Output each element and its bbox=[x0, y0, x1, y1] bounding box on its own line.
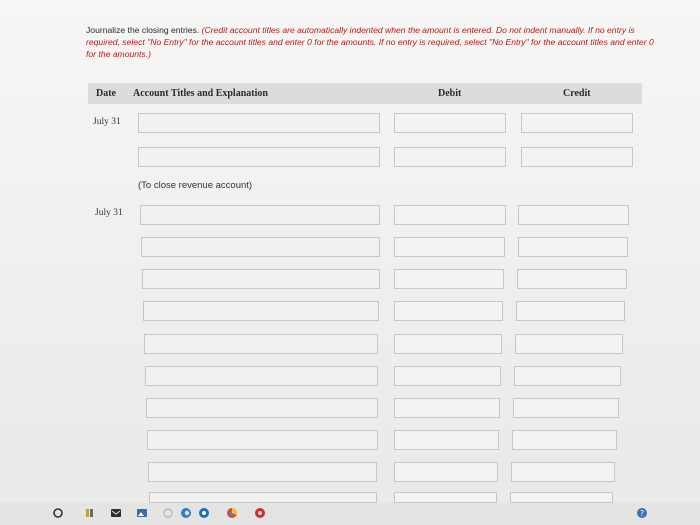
taskbar bbox=[0, 503, 700, 525]
edge-icon[interactable] bbox=[180, 507, 192, 519]
entry-2-debit-10[interactable] bbox=[394, 492, 497, 503]
entry-2-account-8[interactable] bbox=[147, 430, 378, 450]
header-debit: Debit bbox=[438, 88, 462, 99]
entry-2-credit-10[interactable] bbox=[510, 492, 613, 503]
entry-2-account-9[interactable] bbox=[148, 462, 377, 482]
entry-2-credit-1[interactable] bbox=[518, 205, 629, 225]
entry-2-account-10[interactable] bbox=[149, 492, 377, 503]
entry-2-credit-5[interactable] bbox=[515, 334, 623, 354]
entry-1-date: July 31 bbox=[93, 117, 121, 127]
cortana-icon[interactable] bbox=[162, 507, 174, 519]
chrome-icon[interactable] bbox=[198, 507, 210, 519]
entry-1-credit-1[interactable] bbox=[521, 113, 633, 133]
browser-icon[interactable] bbox=[226, 507, 238, 519]
entry-2-debit-3[interactable] bbox=[394, 269, 504, 289]
start-icon[interactable] bbox=[52, 507, 64, 519]
screen: Journalize the closing entries. (Credit … bbox=[0, 0, 700, 525]
entry-2-account-5[interactable] bbox=[144, 334, 378, 354]
instructions: Journalize the closing entries. (Credit … bbox=[86, 24, 661, 60]
entry-2-account-3[interactable] bbox=[142, 269, 380, 289]
instructions-lead: Journalize the closing entries. bbox=[86, 25, 200, 35]
entry-2-debit-9[interactable] bbox=[394, 462, 498, 482]
entry-2-date: July 31 bbox=[95, 208, 123, 218]
header-credit: Credit bbox=[563, 88, 591, 99]
entry-2-account-7[interactable] bbox=[146, 398, 378, 418]
entry-2-debit-5[interactable] bbox=[394, 334, 502, 354]
entry-2-credit-7[interactable] bbox=[513, 398, 619, 418]
entry-1-credit-2[interactable] bbox=[521, 147, 633, 167]
svg-text:?: ? bbox=[640, 509, 644, 518]
browser-icon-2[interactable] bbox=[254, 507, 266, 519]
entry-2-account-2[interactable] bbox=[141, 237, 380, 257]
entry-2-account-4[interactable] bbox=[143, 301, 379, 321]
entry-2-credit-2[interactable] bbox=[518, 237, 628, 257]
entry-1-account-2[interactable] bbox=[138, 147, 380, 167]
photos-icon[interactable] bbox=[136, 507, 148, 519]
entry-2-debit-1[interactable] bbox=[394, 205, 506, 225]
entry-2-debit-7[interactable] bbox=[394, 398, 500, 418]
entry-2-debit-8[interactable] bbox=[394, 430, 499, 450]
mail-icon[interactable] bbox=[110, 507, 122, 519]
table-header: Date Account Titles and Explanation Debi… bbox=[88, 83, 642, 104]
entry-2-credit-9[interactable] bbox=[511, 462, 615, 482]
entry-2-credit-4[interactable] bbox=[516, 301, 625, 321]
entry-1-debit-1[interactable] bbox=[394, 113, 506, 133]
entry-2-account-6[interactable] bbox=[145, 366, 378, 386]
entry-2-account-1[interactable] bbox=[140, 205, 380, 225]
entry-1-note: (To close revenue account) bbox=[138, 180, 253, 191]
header-date: Date bbox=[96, 88, 116, 99]
entry-2-credit-6[interactable] bbox=[514, 366, 621, 386]
entry-2-debit-4[interactable] bbox=[394, 301, 503, 321]
entry-2-debit-2[interactable] bbox=[394, 237, 505, 257]
entry-1-debit-2[interactable] bbox=[394, 147, 506, 167]
entry-2-credit-3[interactable] bbox=[517, 269, 627, 289]
header-account: Account Titles and Explanation bbox=[133, 88, 268, 99]
entry-1-account-1[interactable] bbox=[138, 113, 380, 133]
help-icon[interactable]: ? bbox=[636, 507, 648, 519]
file-explorer-icon[interactable] bbox=[84, 507, 96, 519]
entry-2-credit-8[interactable] bbox=[512, 430, 617, 450]
entry-2-debit-6[interactable] bbox=[394, 366, 501, 386]
